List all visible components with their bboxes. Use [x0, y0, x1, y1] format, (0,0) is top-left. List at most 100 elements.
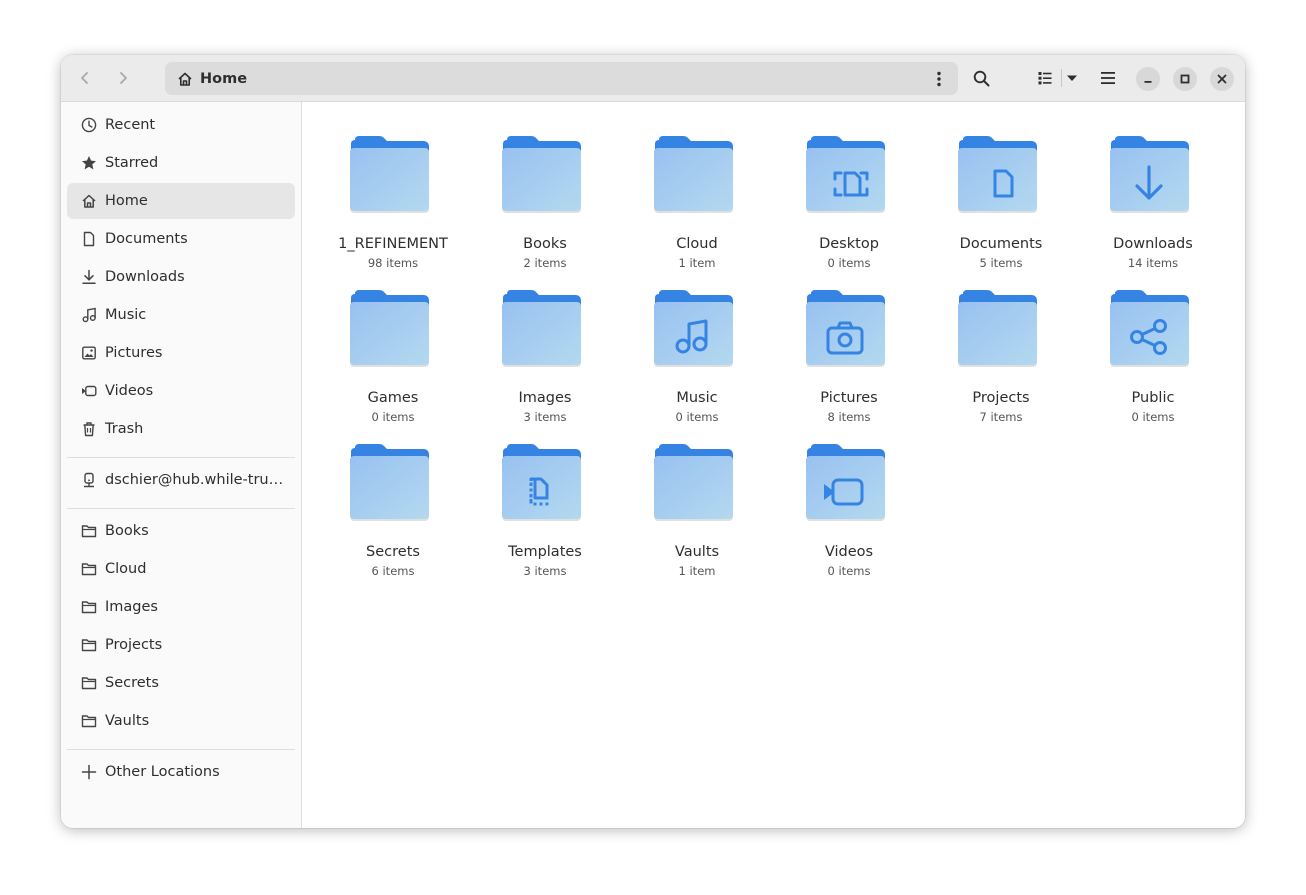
folder-icon	[350, 290, 429, 367]
sidebar-item-label: Images	[105, 599, 158, 615]
sidebar-item-documents[interactable]: Documents	[67, 221, 295, 257]
path-home-button[interactable]: Home	[177, 62, 247, 95]
folder-name: Games	[367, 390, 419, 406]
image-icon	[82, 346, 96, 360]
folder-item[interactable]: Desktop 0 items	[774, 134, 924, 284]
view-list-button[interactable]	[1030, 63, 1060, 93]
hamburger-menu-icon	[1101, 72, 1115, 84]
folder-item-count: 0 items	[371, 410, 415, 424]
minimize-button[interactable]	[1136, 67, 1160, 91]
folder-item-count: 1 item	[678, 256, 716, 270]
sidebar: Recent Starred Home Documents Downloads …	[61, 102, 302, 828]
clock-icon	[81, 117, 97, 133]
download-icon	[82, 269, 96, 285]
sidebar-item-label: Home	[105, 193, 148, 209]
folder-item[interactable]: Images 3 items	[470, 288, 620, 438]
kebab-menu-icon	[937, 71, 941, 86]
home-icon	[82, 194, 96, 208]
folder-name: 1_REFINEMENT	[338, 236, 448, 252]
folder-item[interactable]: Videos 0 items	[774, 442, 924, 592]
folder-item[interactable]: Cloud 1 item	[622, 134, 772, 284]
folder-item[interactable]: Secrets 6 items	[318, 442, 468, 592]
folder-name: Secrets	[366, 544, 420, 560]
folder-item[interactable]: Projects 7 items	[926, 288, 1076, 438]
sidebar-item-bookmark-books[interactable]: Books	[67, 513, 295, 549]
sidebar-item-network-mount[interactable]: dschier@hub.while-true.net	[67, 462, 295, 498]
sidebar-item-label: Music	[105, 307, 147, 323]
sidebar-item-music[interactable]: Music	[67, 297, 295, 333]
sidebar-item-videos[interactable]: Videos	[67, 373, 295, 409]
folder-item[interactable]: Pictures 8 items	[774, 288, 924, 438]
folder-icon	[350, 444, 429, 521]
folder-item[interactable]: Games 0 items	[318, 288, 468, 438]
star-icon	[82, 156, 96, 170]
folder-item[interactable]: Books 2 items	[470, 134, 620, 284]
sidebar-item-starred[interactable]: Starred	[67, 145, 295, 181]
main-menu-button[interactable]	[1093, 63, 1123, 93]
forward-button[interactable]	[108, 63, 138, 93]
view-options-dropdown[interactable]	[1058, 63, 1086, 93]
sidebar-item-label: Trash	[105, 421, 144, 437]
sidebar-item-label: Cloud	[105, 561, 147, 577]
maximize-button[interactable]	[1173, 67, 1197, 91]
folder-icon	[81, 601, 97, 614]
folder-icon	[958, 290, 1037, 367]
sidebar-separator	[67, 457, 295, 458]
header-bar: Home	[61, 55, 1245, 102]
sidebar-item-home[interactable]: Home	[67, 183, 295, 219]
folder-grid: 1_REFINEMENT 98 items Books 2 items Clou…	[302, 102, 1245, 828]
chevron-right-icon	[120, 72, 127, 84]
folder-name: Documents	[959, 236, 1043, 252]
folder-icon	[654, 290, 733, 367]
folder-item[interactable]: Downloads 14 items	[1078, 134, 1228, 284]
sidebar-item-bookmark-vaults[interactable]: Vaults	[67, 703, 295, 739]
sidebar-item-label: Other Locations	[105, 764, 220, 780]
folder-name: Downloads	[1113, 236, 1193, 252]
folder-item-count: 8 items	[827, 410, 871, 424]
sidebar-item-other-locations[interactable]: Other Locations	[67, 754, 295, 790]
path-menu-button[interactable]	[926, 64, 952, 93]
close-button[interactable]	[1210, 67, 1234, 91]
sidebar-item-label: Downloads	[105, 269, 185, 285]
sidebar-item-bookmark-projects[interactable]: Projects	[67, 627, 295, 663]
folder-item[interactable]: Vaults 1 item	[622, 442, 772, 592]
minimize-icon	[1144, 81, 1152, 83]
folder-item-count: 6 items	[371, 564, 415, 578]
sidebar-item-label: Starred	[105, 155, 159, 171]
folder-name: Music	[676, 390, 718, 406]
folder-item[interactable]: Templates 3 items	[470, 442, 620, 592]
folder-icon	[81, 639, 97, 652]
folder-name: Books	[523, 236, 567, 252]
folder-icon	[81, 563, 97, 576]
folder-item[interactable]: Public 0 items	[1078, 288, 1228, 438]
back-button[interactable]	[70, 63, 100, 93]
sidebar-item-bookmark-cloud[interactable]: Cloud	[67, 551, 295, 587]
sidebar-item-bookmark-secrets[interactable]: Secrets	[67, 665, 295, 701]
folder-name: Cloud	[676, 236, 718, 252]
search-icon	[973, 70, 989, 86]
folder-icon	[1110, 290, 1189, 367]
folder-name: Projects	[972, 390, 1030, 406]
folder-icon	[958, 136, 1037, 213]
folder-item[interactable]: 1_REFINEMENT 98 items	[318, 134, 468, 284]
sidebar-separator	[67, 749, 295, 750]
sidebar-item-downloads[interactable]: Downloads	[67, 259, 295, 295]
folder-item-count: 0 items	[675, 410, 719, 424]
sidebar-item-pictures[interactable]: Pictures	[67, 335, 295, 371]
sidebar-item-recent[interactable]: Recent	[67, 107, 295, 143]
folder-item-count: 2 items	[523, 256, 567, 270]
folder-name: Pictures	[820, 390, 878, 406]
folder-icon	[502, 136, 581, 213]
folder-item-count: 3 items	[523, 564, 567, 578]
document-icon	[83, 231, 95, 247]
sidebar-item-trash[interactable]: Trash	[67, 411, 295, 447]
video-icon	[82, 385, 97, 397]
sidebar-item-label: Videos	[105, 383, 154, 399]
folder-item[interactable]: Music 0 items	[622, 288, 772, 438]
folder-name: Templates	[508, 544, 582, 560]
folder-item[interactable]: Documents 5 items	[926, 134, 1076, 284]
path-bar[interactable]: Home	[165, 62, 958, 95]
sidebar-item-label: Projects	[105, 637, 163, 653]
sidebar-item-bookmark-images[interactable]: Images	[67, 589, 295, 625]
search-button[interactable]	[966, 63, 996, 93]
